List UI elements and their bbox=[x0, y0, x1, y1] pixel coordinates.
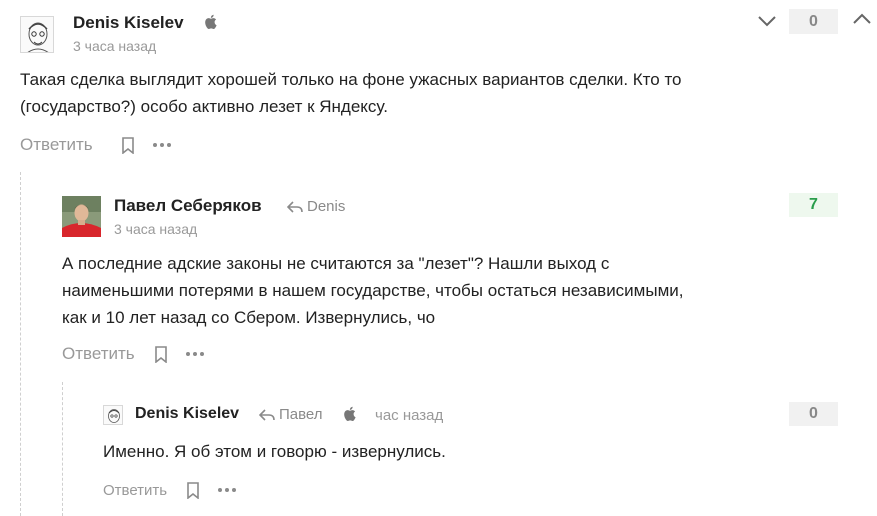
comment-3: Denis Kiselev Павел час назад 0 Именно. … bbox=[0, 0, 877, 516]
comment-score: 0 bbox=[789, 402, 838, 426]
reply-arrow-icon bbox=[259, 408, 275, 421]
timestamp[interactable]: час назад bbox=[375, 407, 443, 424]
reply-to-name[interactable]: Павел bbox=[279, 406, 323, 423]
comment-text: Именно. Я об этом и говорю - извернулись… bbox=[103, 442, 446, 461]
author-name[interactable]: Denis Kiselev bbox=[135, 405, 239, 423]
reply-to[interactable]: Павел bbox=[259, 406, 323, 423]
bookmark-icon[interactable] bbox=[186, 481, 200, 499]
apple-icon bbox=[343, 406, 356, 426]
more-options-icon[interactable] bbox=[218, 488, 237, 492]
avatar[interactable] bbox=[103, 405, 123, 425]
comment-actions: Ответить bbox=[103, 479, 237, 501]
reply-button[interactable]: Ответить bbox=[103, 482, 167, 499]
